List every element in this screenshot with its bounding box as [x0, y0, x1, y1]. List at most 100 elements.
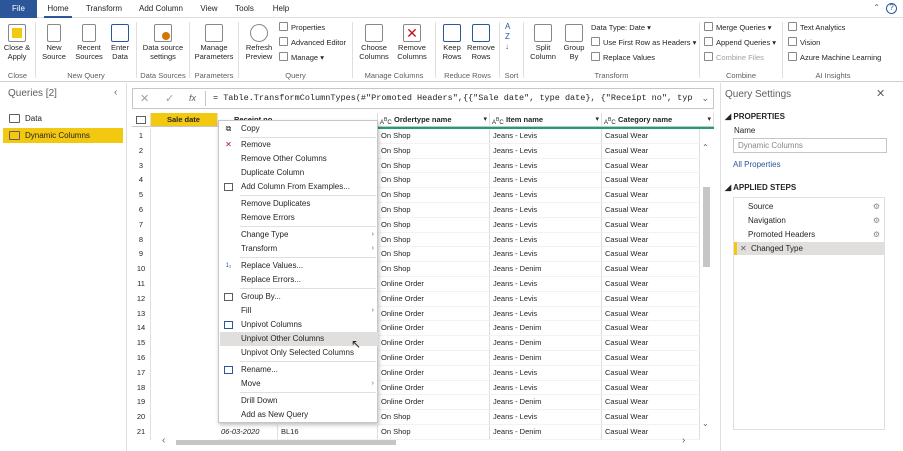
filter-dropdown-icon[interactable]: ▾ [483, 113, 487, 126]
table-cell[interactable]: On Shop [378, 188, 490, 203]
recent-sources-button[interactable]: Recent Sources [72, 20, 106, 61]
tab-add-column[interactable]: Add Column [136, 0, 186, 18]
table-cell[interactable]: On Shop [378, 232, 490, 248]
table-cell[interactable]: On Shop [378, 129, 490, 144]
row-number[interactable]: 5 [132, 188, 151, 203]
all-properties-link[interactable]: All Properties [733, 160, 781, 169]
table-cell[interactable]: Casual Wear [602, 395, 700, 411]
table-cell[interactable]: Jeans - Denim [490, 321, 602, 337]
applied-steps-section[interactable]: ◢ APPLIED STEPS [725, 183, 796, 192]
table-cell[interactable]: Casual Wear [602, 188, 700, 203]
menu-item-replace-values[interactable]: 1₂ Replace Values... [220, 259, 378, 273]
table-cell[interactable]: On Shop [378, 158, 490, 174]
table-cell[interactable]: On Shop [378, 247, 490, 263]
gear-icon[interactable]: ⚙ [873, 214, 880, 227]
table-cell[interactable]: Casual Wear [602, 203, 700, 218]
row-number[interactable]: 12 [132, 291, 151, 307]
table-cell[interactable]: Online Order [378, 336, 490, 351]
h-scrollbar-thumb[interactable] [176, 440, 396, 445]
data-source-settings-button[interactable]: Data source settings [140, 20, 186, 61]
table-cell[interactable]: Online Order [378, 277, 490, 292]
menu-item-move[interactable]: Move › [220, 377, 378, 391]
menu-item-remove[interactable]: ✕ Remove [220, 138, 378, 152]
step-promoted-headers[interactable]: Promoted Headers ⚙ [734, 228, 884, 241]
cancel-icon[interactable]: ✕ [140, 92, 149, 105]
remove-columns-button[interactable]: ✕ Remove Columns [393, 20, 431, 61]
menu-item-group-by[interactable]: Group By... [220, 290, 378, 304]
formula-text[interactable]: = Table.TransformColumnTypes(#"Promoted … [213, 89, 693, 108]
table-cell[interactable]: Jeans - Levis [490, 277, 602, 292]
table-cell[interactable]: Jeans - Levis [490, 410, 602, 425]
collapse-ribbon-icon[interactable]: ⌃ [873, 3, 880, 12]
choose-columns-button[interactable]: Choose Columns [355, 20, 393, 61]
table-cell[interactable]: Jeans - Levis [490, 129, 602, 144]
table-cell[interactable]: Jeans - Levis [490, 217, 602, 233]
select-all-corner[interactable] [132, 113, 151, 127]
first-row-headers-button[interactable]: Use First Row as Headers ▾ [591, 36, 696, 49]
group-by-button[interactable]: Group By [560, 20, 588, 61]
menu-item-drill-down[interactable]: Drill Down [220, 394, 378, 408]
table-cell[interactable]: Casual Wear [602, 380, 700, 396]
filter-dropdown-icon[interactable]: ▾ [707, 113, 711, 126]
gear-icon[interactable]: ⚙ [873, 200, 880, 213]
table-cell[interactable]: Casual Wear [602, 262, 700, 277]
table-cell[interactable]: Jeans - Levis [490, 232, 602, 248]
combine-files-button[interactable]: Combine Files [704, 51, 764, 64]
scroll-down-icon[interactable]: ⌄ [702, 419, 709, 428]
menu-item-remove-duplicates[interactable]: Remove Duplicates [220, 197, 378, 211]
menu-item-fill[interactable]: Fill › [220, 304, 378, 318]
query-name-input[interactable]: Dynamic Columns [733, 138, 887, 153]
table-cell[interactable]: On Shop [378, 410, 490, 425]
table-cell[interactable]: Online Order [378, 291, 490, 307]
row-number[interactable]: 13 [132, 306, 151, 322]
table-cell[interactable]: Jeans - Denim [490, 395, 602, 411]
menu-item-duplicate-column[interactable]: Duplicate Column [220, 166, 378, 180]
table-cell[interactable]: Jeans - Levis [490, 173, 602, 189]
menu-item-change-type[interactable]: Change Type › [220, 228, 378, 242]
merge-queries-button[interactable]: Merge Queries ▾ [704, 21, 771, 34]
menu-item-remove-errors[interactable]: Remove Errors [220, 211, 378, 225]
expand-formula-icon[interactable]: ⌄ [701, 93, 709, 104]
menu-item-copy[interactable]: ⧉ Copy [220, 122, 378, 136]
vertical-scrollbar[interactable]: ⌃ ⌄ [700, 143, 712, 433]
scrollbar-thumb[interactable] [703, 187, 710, 267]
tab-transform[interactable]: Transform [82, 0, 126, 18]
menu-item-remove-other-columns[interactable]: Remove Other Columns [220, 152, 378, 166]
menu-item-add-as-new-query[interactable]: Add as New Query [220, 408, 378, 422]
enter-data-button[interactable]: Enter Data [106, 20, 134, 61]
collapse-pane-icon[interactable]: ‹ [114, 87, 117, 98]
table-cell[interactable]: Online Order [378, 306, 490, 322]
table-cell[interactable]: Casual Wear [602, 277, 700, 292]
manage-dropdown[interactable]: Manage ▾ [279, 51, 324, 64]
table-cell[interactable]: Jeans - Levis [490, 143, 602, 159]
table-cell[interactable]: Casual Wear [602, 232, 700, 248]
table-cell[interactable]: Casual Wear [602, 306, 700, 322]
row-number[interactable]: 8 [132, 232, 151, 248]
filter-dropdown-icon[interactable]: ▾ [595, 113, 599, 126]
check-icon[interactable]: ✓ [165, 92, 174, 105]
scroll-left-icon[interactable]: ‹ [162, 435, 165, 446]
row-number[interactable]: 10 [132, 262, 151, 277]
tab-help[interactable]: Help [268, 0, 294, 18]
row-number[interactable]: 17 [132, 365, 151, 381]
vision-button[interactable]: Vision [788, 36, 820, 49]
row-number[interactable]: 18 [132, 380, 151, 396]
new-source-button[interactable]: New Source [38, 20, 70, 61]
table-cell[interactable]: Casual Wear [602, 365, 700, 381]
menu-item-replace-errors[interactable]: Replace Errors... [220, 273, 378, 287]
row-number[interactable]: 4 [132, 173, 151, 189]
table-cell[interactable]: On Shop [378, 217, 490, 233]
fx-icon[interactable]: fx [189, 93, 196, 103]
column-header-item-name[interactable]: ABC Item name ▾ [490, 113, 602, 127]
table-cell[interactable]: Jeans - Levis [490, 380, 602, 396]
table-cell[interactable]: Casual Wear [602, 217, 700, 233]
column-header-sale-date[interactable]: Sale date [151, 113, 218, 127]
step-navigation[interactable]: Navigation ⚙ [734, 214, 884, 227]
column-header-ordertype-name[interactable]: ABC Ordertype name ▾ [378, 113, 490, 127]
gear-icon[interactable]: ⚙ [873, 228, 880, 241]
advanced-editor-button[interactable]: Advanced Editor [279, 36, 346, 49]
table-cell[interactable]: On Shop [378, 203, 490, 218]
row-number[interactable]: 2 [132, 143, 151, 159]
scroll-up-icon[interactable]: ⌃ [702, 143, 709, 152]
split-column-button[interactable]: Split Column [526, 20, 560, 61]
